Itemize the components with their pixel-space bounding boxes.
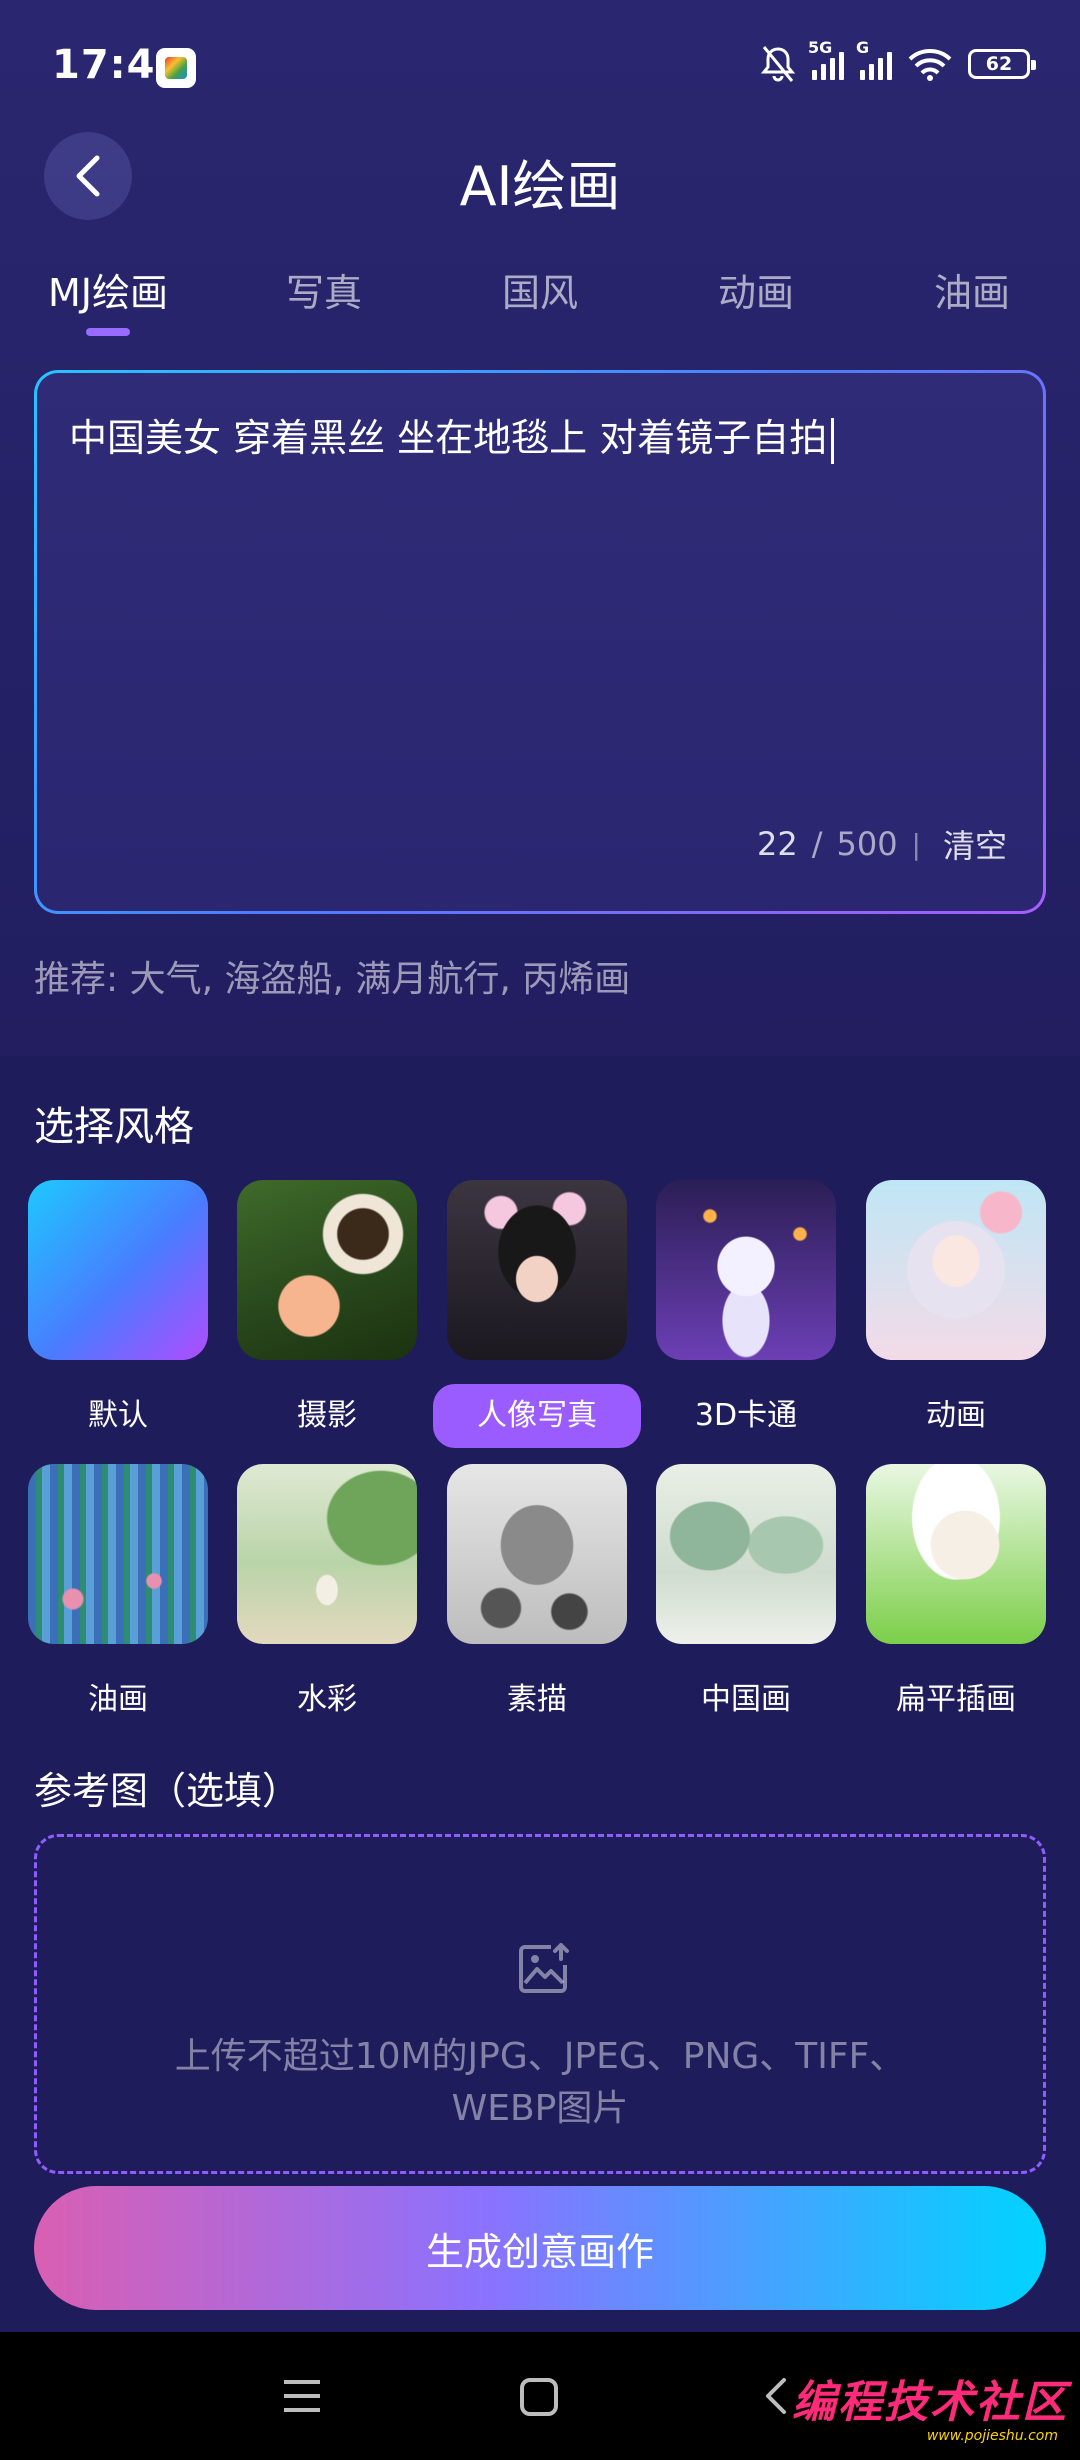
prompt-input-box[interactable]: 中国美女 穿着黑丝 坐在地毯上 对着镜子自拍 22 / 500 | 清空 — [34, 370, 1046, 914]
generate-button[interactable]: 生成创意画作 — [34, 2186, 1046, 2310]
network-5g-label: 5G — [808, 38, 833, 57]
style-item-watercolor[interactable]: 水彩 — [237, 1464, 417, 1732]
style-item-sketch[interactable]: 素描 — [447, 1464, 627, 1732]
style-thumb — [656, 1180, 836, 1360]
style-label: 3D卡通 — [694, 1398, 798, 1433]
reference-title: 参考图（选填） — [34, 1769, 301, 1813]
style-item-anime[interactable]: 动画 — [866, 1180, 1046, 1448]
style-item-portrait[interactable]: 人像写真 — [433, 1180, 641, 1448]
image-upload-icon — [519, 1943, 569, 1993]
style-item-chinese-painting[interactable]: 中国画 — [656, 1464, 836, 1732]
style-label: 中国画 — [701, 1682, 791, 1717]
system-nav-bar: 编程技术社区 www.pojieshu.com — [0, 2332, 1080, 2460]
style-label: 动画 — [926, 1398, 986, 1433]
upload-hint-line-1: 上传不超过10M的JPG、JPEG、PNG、TIFF、 — [174, 2036, 906, 2077]
tab-oil[interactable]: 油画 — [934, 262, 1010, 317]
char-max: 500 — [836, 825, 898, 863]
style-label: 素描 — [507, 1682, 567, 1717]
style-thumb — [237, 1180, 417, 1360]
prompt-text: 中国美女 穿着黑丝 坐在地毯上 对着镜子自拍 — [69, 416, 828, 460]
status-icons: 5G G 62 — [760, 38, 1036, 86]
style-label: 摄影 — [297, 1398, 357, 1433]
clear-button[interactable]: 清空 — [943, 821, 1007, 867]
style-label: 油画 — [88, 1682, 148, 1717]
style-label: 水彩 — [297, 1682, 357, 1717]
style-thumb — [866, 1180, 1046, 1360]
upload-hint: 上传不超过10M的JPG、JPEG、PNG、TIFF、 WEBP图片 — [37, 2031, 1043, 2135]
style-item-flat-illustration[interactable]: 扁平插画 — [866, 1464, 1046, 1732]
app-notification-icon — [156, 48, 196, 88]
watermark-text: 编程技术社区 — [792, 2377, 1068, 2428]
style-thumb — [656, 1464, 836, 1644]
style-item-photography[interactable]: 摄影 — [237, 1180, 417, 1448]
home-icon[interactable] — [520, 2378, 558, 2416]
style-label: 扁平插画 — [896, 1682, 1016, 1717]
watermark-url: www.pojieshu.com — [926, 2428, 1058, 2444]
active-tab-indicator — [86, 328, 130, 336]
mute-bell-icon — [760, 46, 796, 82]
style-thumb — [866, 1464, 1046, 1644]
count-slash: / — [811, 825, 823, 863]
tab-mj[interactable]: MJ绘画 — [48, 262, 168, 317]
style-item-3d-cartoon[interactable]: 3D卡通 — [656, 1180, 836, 1448]
network-g-label: G — [856, 38, 870, 57]
counter-divider: | — [911, 827, 921, 861]
upload-hint-line-2: WEBP图片 — [451, 2088, 629, 2129]
nav-back-icon[interactable] — [760, 2376, 790, 2416]
signal-g-icon: G — [856, 38, 892, 80]
battery-level: 62 — [985, 53, 1013, 75]
char-count: 22 — [756, 825, 798, 863]
reference-upload-area[interactable]: 上传不超过10M的JPG、JPEG、PNG、TIFF、 WEBP图片 — [34, 1834, 1046, 2174]
style-thumb — [28, 1180, 208, 1360]
wifi-icon — [908, 49, 952, 81]
style-thumb — [237, 1464, 417, 1644]
page-title: AI绘画 — [459, 155, 621, 218]
tab-bar: MJ绘画 写真 国风 动画 油画 — [0, 262, 1080, 342]
tab-portrait[interactable]: 写真 — [286, 262, 362, 317]
recommend-text[interactable]: 推荐: 大气, 海盗船, 满月航行, 丙烯画 — [34, 950, 630, 1002]
style-item-oil[interactable]: 油画 — [28, 1464, 208, 1732]
style-thumb — [447, 1180, 627, 1360]
style-label: 默认 — [88, 1398, 148, 1433]
style-thumb — [28, 1464, 208, 1644]
menu-icon[interactable] — [282, 2376, 322, 2416]
signal-5g-icon: 5G — [808, 38, 844, 80]
tab-animation[interactable]: 动画 — [718, 262, 794, 317]
tab-guofeng[interactable]: 国风 — [502, 262, 578, 317]
battery-icon: 62 — [968, 49, 1036, 79]
style-thumb — [447, 1464, 627, 1644]
style-item-default[interactable]: 默认 — [28, 1180, 208, 1448]
style-label-selected: 人像写真 — [433, 1384, 641, 1448]
char-counter: 22 / 500 | 清空 — [757, 821, 1007, 867]
prompt-textarea[interactable]: 中国美女 穿着黑丝 坐在地毯上 对着镜子自拍 — [69, 407, 835, 464]
style-section-title: 选择风格 — [34, 1104, 194, 1150]
text-caret — [831, 417, 835, 464]
